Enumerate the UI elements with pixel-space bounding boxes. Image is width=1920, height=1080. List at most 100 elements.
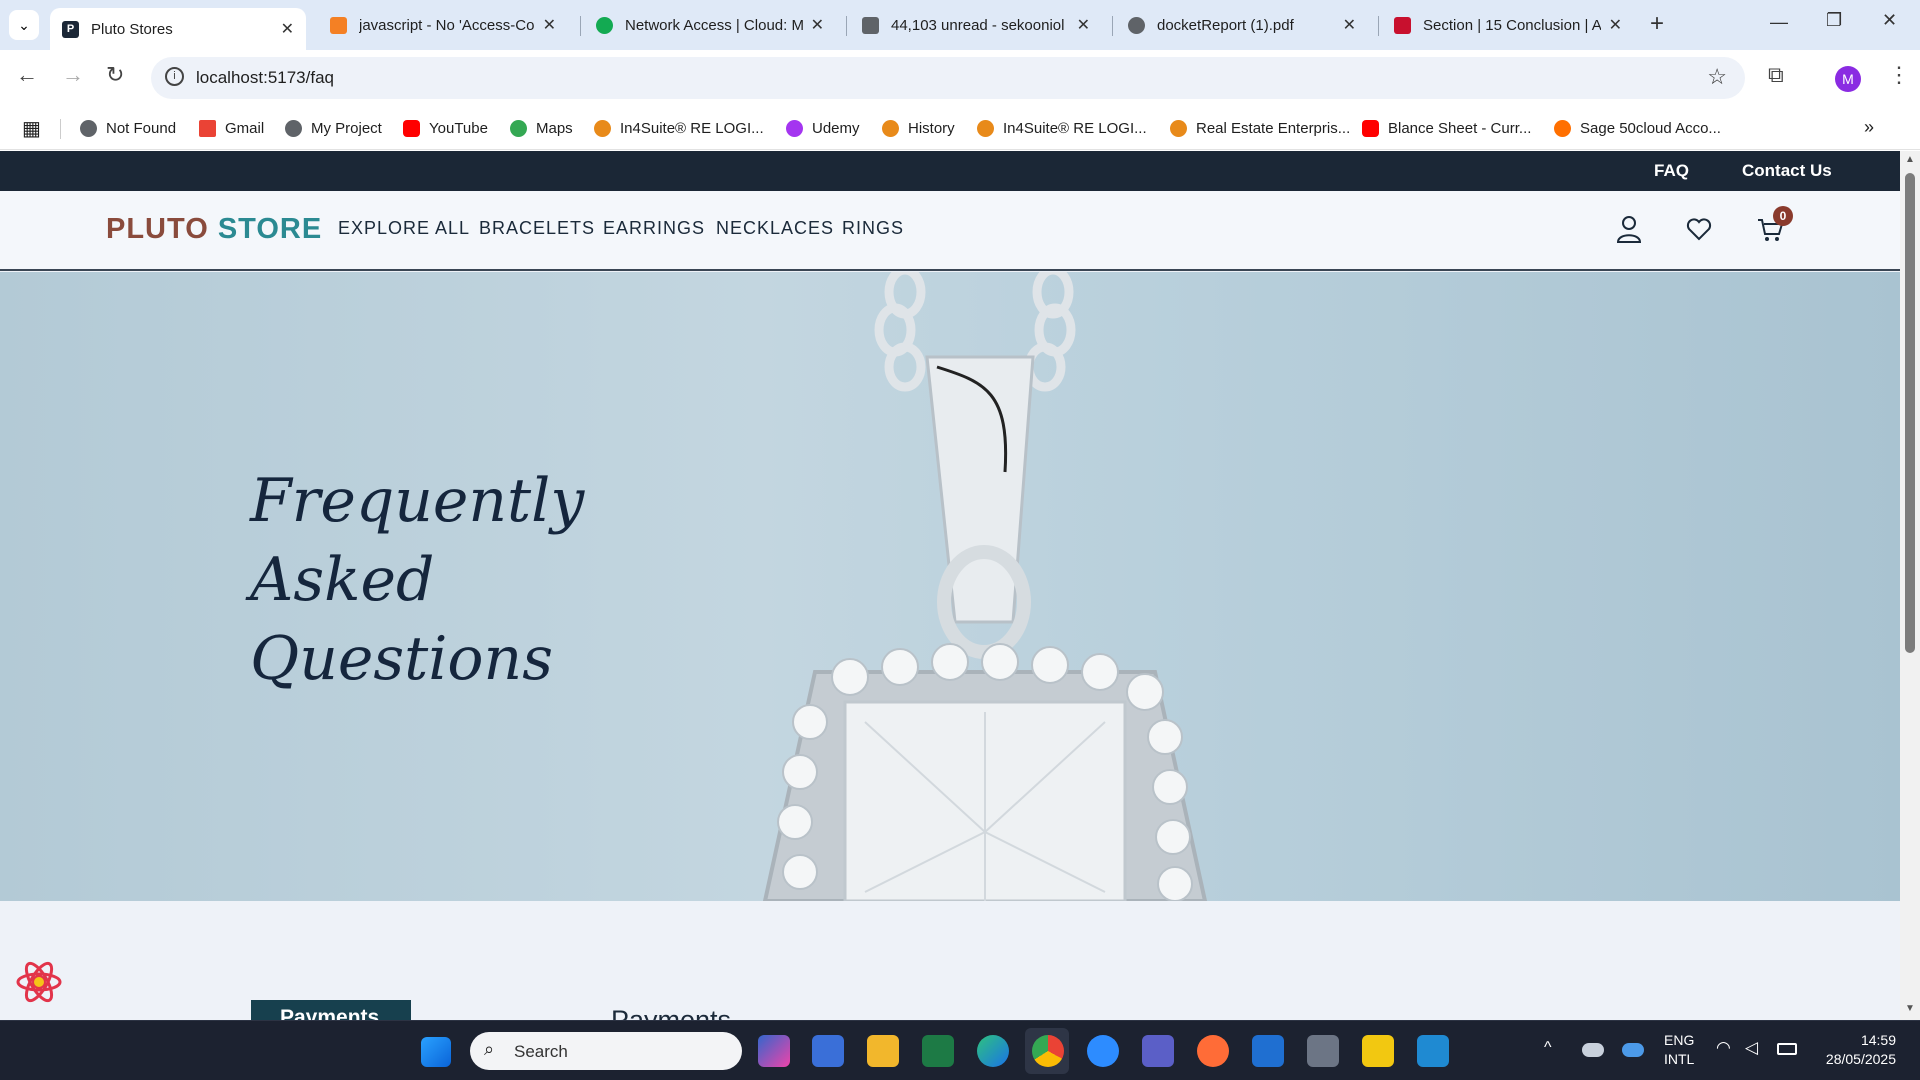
- clock[interactable]: 14:59 28/05/2025: [1814, 1031, 1896, 1069]
- nav-earrings[interactable]: EARRINGS: [603, 218, 705, 239]
- floating-react-devtools-icon[interactable]: [15, 958, 63, 1006]
- bookmark-my-project[interactable]: My Project: [285, 120, 382, 137]
- avatar[interactable]: M: [1835, 66, 1861, 92]
- cloud-sync-icon[interactable]: [1622, 1043, 1644, 1057]
- nav-explore-all[interactable]: EXPLORE ALL: [338, 218, 470, 239]
- in4suite-icon: [594, 120, 611, 137]
- windows-start-icon[interactable]: [421, 1037, 451, 1067]
- bookmark-maps[interactable]: Maps: [510, 120, 573, 137]
- nav-rings[interactable]: RINGS: [842, 218, 904, 239]
- bookmark-not-found[interactable]: Not Found: [80, 120, 176, 137]
- window-close-button[interactable]: ✕: [1882, 10, 1897, 31]
- bookmark-sage[interactable]: Sage 50cloud Acco...: [1554, 120, 1721, 137]
- windows-taskbar: ⌕ Search ^ ENG INTL ◠ ◁ 14:59 28/05/2025: [0, 1020, 1920, 1080]
- apps-grid-icon[interactable]: ▦: [22, 116, 41, 141]
- extensions-icon[interactable]: ⧉: [1768, 62, 1784, 88]
- logo[interactable]: PLUTO STORE: [106, 213, 322, 246]
- nav-bracelets[interactable]: BRACELETS: [479, 218, 595, 239]
- bookmark-real-estate[interactable]: Real Estate Enterpris...: [1170, 120, 1350, 137]
- bookmark-in4suite-1[interactable]: In4Suite® RE LOGI...: [594, 120, 764, 137]
- user-account-icon[interactable]: [1616, 215, 1642, 243]
- tab-title: javascript - No 'Access-Cor: [359, 16, 535, 34]
- more-bookmarks-chevron-icon[interactable]: »: [1864, 117, 1874, 138]
- bookmark-star-icon[interactable]: ☆: [1707, 64, 1727, 90]
- scroll-down-arrow[interactable]: ▼: [1905, 1003, 1915, 1014]
- wishlist-heart-icon[interactable]: [1686, 217, 1712, 241]
- tab-stackoverflow[interactable]: javascript - No 'Access-Cor ✕: [318, 8, 568, 42]
- sql-tool-icon[interactable]: [1252, 1035, 1284, 1067]
- calculator-icon[interactable]: [1307, 1035, 1339, 1067]
- stackoverflow-icon: [330, 16, 347, 34]
- tab-pluto-stores[interactable]: P Pluto Stores ✕: [50, 8, 306, 50]
- tab-search-button[interactable]: ⌄: [9, 10, 39, 40]
- zoom-icon[interactable]: [1087, 1035, 1119, 1067]
- scrollbar-thumb[interactable]: [1905, 173, 1915, 653]
- page-scrollbar[interactable]: ▲ ▼: [1900, 151, 1920, 1020]
- power-bi-icon[interactable]: [1362, 1035, 1394, 1067]
- bookmark-in4suite-2[interactable]: In4Suite® RE LOGI...: [977, 120, 1147, 137]
- faq-category-tab-payments[interactable]: Payments: [251, 1000, 411, 1020]
- copilot-icon[interactable]: [758, 1035, 790, 1067]
- hero-banner: Frequently Asked Questions: [0, 272, 1900, 901]
- close-icon[interactable]: ✕: [811, 15, 824, 35]
- close-icon[interactable]: ✕: [1609, 15, 1622, 35]
- main-navigation: PLUTO STORE EXPLORE ALL BRACELETS EARRIN…: [0, 191, 1900, 271]
- remote-desktop-icon[interactable]: [812, 1035, 844, 1067]
- browser-tab-strip: ⌄ P Pluto Stores ✕ javascript - No 'Acce…: [0, 0, 1920, 50]
- tab-acca[interactable]: Section | 15 Conclusion | A ✕: [1382, 8, 1634, 42]
- tab-separator: [1112, 16, 1113, 36]
- volume-icon[interactable]: ◁: [1745, 1038, 1758, 1058]
- vscode-icon[interactable]: [1417, 1035, 1449, 1067]
- file-explorer-icon[interactable]: [867, 1035, 899, 1067]
- contact-us-link[interactable]: Contact Us: [1742, 161, 1832, 181]
- tab-separator: [580, 16, 581, 36]
- nav-necklaces[interactable]: NECKLACES: [716, 218, 834, 239]
- tab-docket-report[interactable]: docketReport (1).pdf ✕: [1116, 8, 1368, 42]
- postman-icon[interactable]: [1197, 1035, 1229, 1067]
- forward-button[interactable]: →: [62, 62, 84, 88]
- bookmark-youtube[interactable]: YouTube: [403, 120, 488, 137]
- language-indicator[interactable]: ENG INTL: [1664, 1031, 1694, 1069]
- scroll-up-arrow[interactable]: ▲: [1905, 154, 1915, 165]
- tab-separator: [846, 16, 847, 36]
- tab-mongodb[interactable]: Network Access | Cloud: M ✕: [584, 8, 836, 42]
- faq-link[interactable]: FAQ: [1654, 161, 1689, 181]
- bookmark-balance-sheet[interactable]: Blance Sheet - Curr...: [1362, 120, 1531, 137]
- tab-mail[interactable]: 44,103 unread - sekooniol ✕: [850, 8, 1102, 42]
- edge-icon[interactable]: [977, 1035, 1009, 1067]
- close-icon[interactable]: ✕: [1077, 15, 1090, 35]
- onedrive-icon[interactable]: [1582, 1043, 1604, 1057]
- menu-kebab-icon[interactable]: ⋮: [1888, 62, 1910, 88]
- back-button[interactable]: ←: [16, 62, 38, 88]
- new-tab-button[interactable]: +: [1650, 10, 1664, 38]
- globe-icon: [285, 120, 302, 137]
- tab-title: Network Access | Cloud: M: [625, 16, 803, 34]
- address-bar[interactable]: i localhost:5173/faq ☆: [151, 57, 1745, 99]
- sage-icon: [1554, 120, 1571, 137]
- close-icon[interactable]: ✕: [543, 15, 556, 35]
- reload-button[interactable]: ↻: [106, 62, 124, 88]
- chrome-icon[interactable]: [1032, 1035, 1064, 1067]
- excel-icon[interactable]: [922, 1035, 954, 1067]
- mail-icon: [862, 16, 879, 34]
- tab-title: docketReport (1).pdf: [1157, 16, 1294, 34]
- restore-button[interactable]: ❐: [1826, 10, 1842, 31]
- taskbar-search-box[interactable]: ⌕ Search: [470, 1032, 742, 1070]
- globe-icon: [1128, 16, 1145, 34]
- bookmark-history[interactable]: History: [882, 120, 955, 137]
- teams-icon[interactable]: [1142, 1035, 1174, 1067]
- wifi-icon[interactable]: ◠: [1716, 1038, 1731, 1058]
- close-icon[interactable]: ✕: [281, 19, 294, 39]
- url-text[interactable]: localhost:5173/faq: [196, 68, 334, 88]
- show-hidden-icons-chevron-icon[interactable]: ^: [1544, 1039, 1552, 1057]
- globe-icon: [80, 120, 97, 137]
- web-page: FAQ Contact Us PLUTO STORE EXPLORE ALL B…: [0, 151, 1900, 1020]
- bookmark-udemy[interactable]: Udemy: [786, 120, 860, 137]
- site-info-icon[interactable]: i: [165, 67, 184, 86]
- youtube-icon: [1362, 120, 1379, 137]
- minimize-button[interactable]: —: [1770, 12, 1788, 33]
- search-icon: ⌕: [484, 1039, 495, 1059]
- close-icon[interactable]: ✕: [1343, 15, 1356, 35]
- battery-icon[interactable]: [1777, 1043, 1797, 1055]
- bookmark-gmail[interactable]: Gmail: [199, 120, 264, 137]
